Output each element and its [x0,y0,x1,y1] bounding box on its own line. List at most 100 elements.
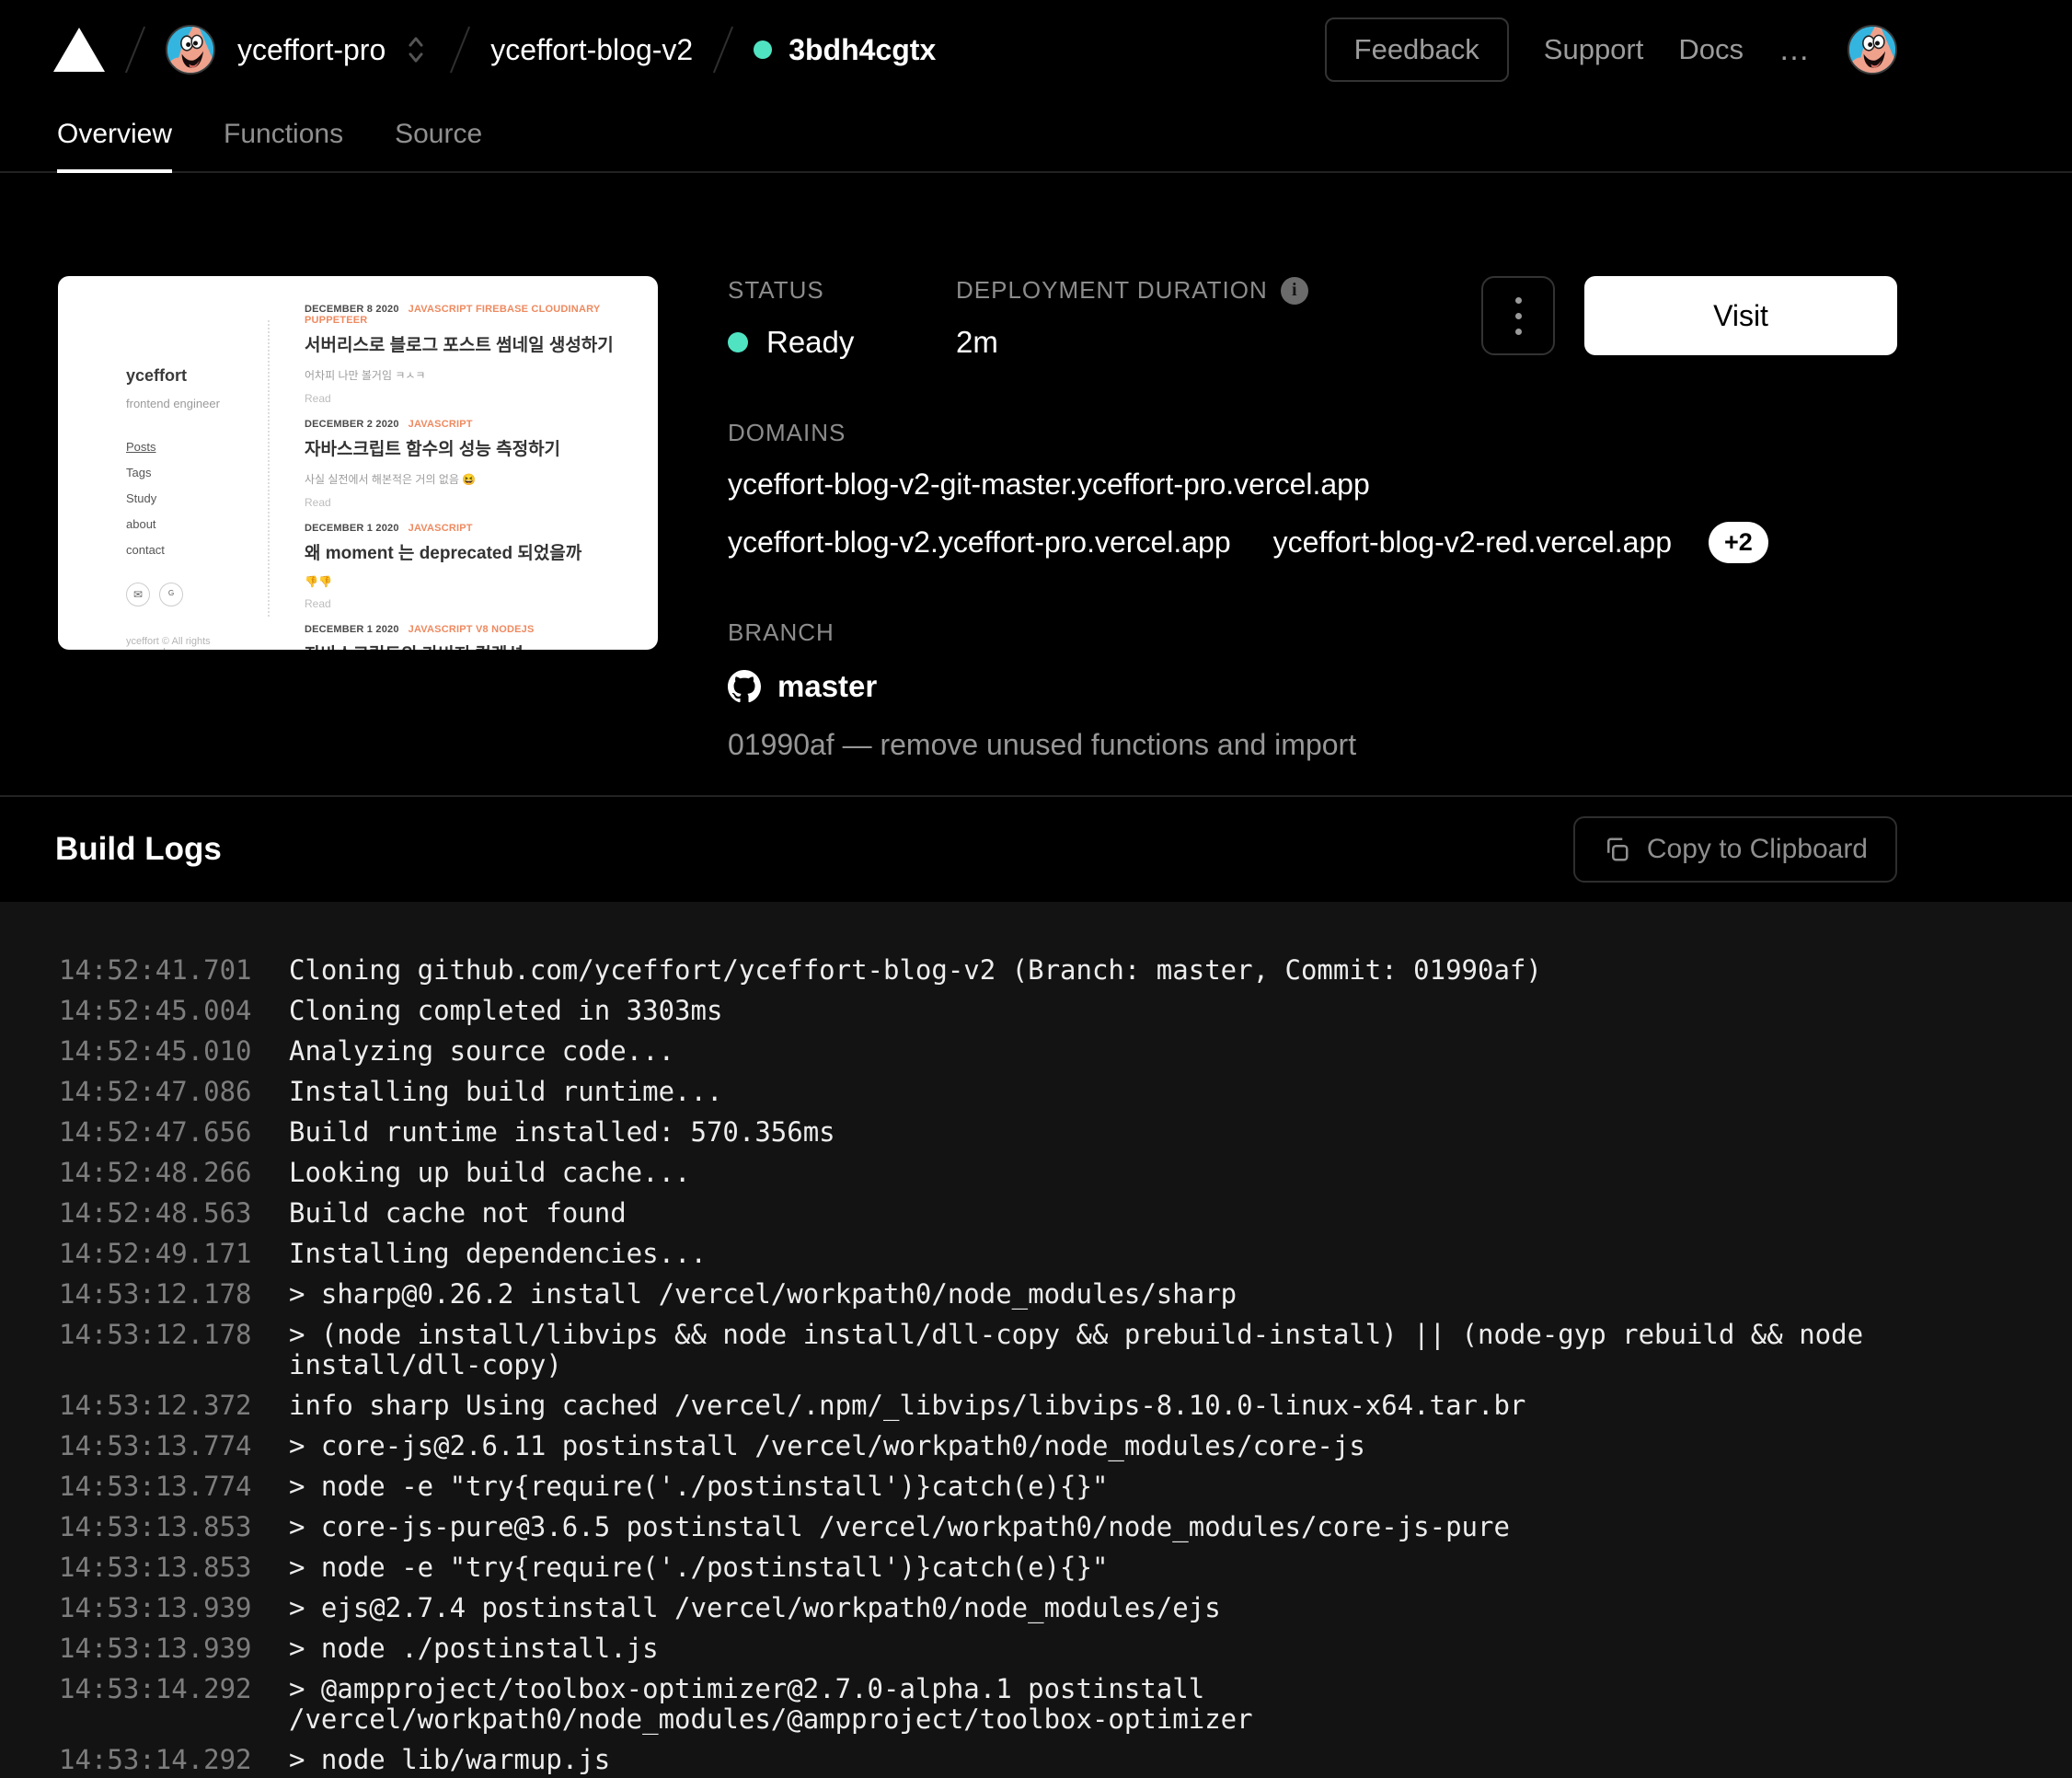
log-message: Looking up build cache... [289,1158,691,1188]
preview-nav-item: Study [126,491,253,505]
log-message: Installing dependencies... [289,1239,707,1269]
preview-post: DECEMBER 8 2020JAVASCRIPT FIREBASE CLOUD… [305,304,636,405]
preview-post-date: DECEMBER 2 2020 [305,419,399,430]
preview-post-read-link: Read [305,496,636,509]
kebab-menu-button[interactable] [1481,276,1555,355]
log-row: 14:52:48.563 Build cache not found [59,1198,1980,1229]
tab[interactable]: Overview [57,99,172,173]
build-logs-title: Build Logs [55,831,222,868]
duration-block: DEPLOYMENT DURATION i 2m [956,276,1308,360]
log-row: 14:53:14.292 > @ampproject/toolbox-optim… [59,1674,1980,1735]
log-timestamp: 14:53:12.372 [59,1391,256,1421]
log-timestamp: 14:52:48.266 [59,1158,256,1188]
log-timestamp: 14:53:13.774 [59,1472,256,1502]
preview-site-role: frontend engineer [126,397,253,410]
log-timestamp: 14:53:14.292 [59,1745,256,1775]
commit-message: 01990af — remove unused functions and im… [728,728,1897,762]
preview-post-title: 왜 moment 는 deprecated 되었을까 [305,539,636,564]
preview-site-name: yceffort [126,366,253,386]
log-row: 14:53:13.853 > node -e "try{require('./p… [59,1553,1980,1583]
domains-label: DOMAINS [728,419,1897,447]
preview-post-read-link: Read [305,392,636,405]
log-message: > node ./postinstall.js [289,1634,659,1664]
preview-post-tags: JAVASCRIPT [409,523,473,534]
preview-post-tags: JAVASCRIPT [409,419,473,430]
domains-more-badge[interactable]: +2 [1709,522,1768,563]
team-avatar[interactable] [166,25,215,75]
tab-label: Functions [224,119,343,150]
preview-nav-item: about [126,517,253,531]
domain-link[interactable]: yceffort-blog-v2.yceffort-pro.vercel.app [728,525,1231,560]
log-row: 14:52:41.701 Cloning github.com/yceffort… [59,955,1980,986]
scope-selector-icon[interactable] [402,34,430,65]
domain-link[interactable]: yceffort-blog-v2-git-master.yceffort-pro… [728,468,1370,502]
deployment-tabs: Overview Functions Source [0,99,2072,173]
github-icon: ᴳ [159,583,183,606]
tab-label: Overview [57,119,172,150]
deployment-meta: STATUS Ready DEPLOYMENT DURATION i 2m Vi… [728,276,1897,762]
breadcrumb-separator [125,27,145,74]
preview-nav-item: Tags [126,466,253,479]
log-message: > (node install/libvips && node install/… [289,1320,1908,1380]
preview-post: DECEMBER 1 2020 JAVASCRIPT V8 NODEJS 자바스크… [305,624,636,650]
user-avatar[interactable] [1848,25,1897,75]
tab[interactable]: Functions [224,99,343,173]
preview-nav-item: contact [126,543,253,557]
log-row: 14:53:14.292 > node lib/warmup.js [59,1745,1980,1775]
log-timestamp: 14:53:13.853 [59,1553,256,1583]
domain-link[interactable]: yceffort-blog-v2-red.vercel.app [1273,525,1672,560]
log-timestamp: 14:53:12.178 [59,1279,256,1310]
preview-post-title: 서버리스로 블로그 포스트 썸네일 생성하기 [305,331,636,356]
copy-to-clipboard-button[interactable]: Copy to Clipboard [1573,816,1897,883]
ready-status-dot [728,332,748,352]
support-link[interactable]: Support [1544,33,1644,66]
vercel-logo-icon[interactable] [53,28,105,72]
build-logs-header: Build Logs Copy to Clipboard [0,795,2072,902]
copy-to-clipboard-label: Copy to Clipboard [1647,834,1868,865]
preview-post-date: DECEMBER 1 2020 [305,523,399,534]
log-message: > node lib/warmup.js [289,1745,610,1775]
log-message: > node -e "try{require('./postinstall')}… [289,1553,1108,1583]
preview-post-excerpt: 사실 실전에서 해본적은 거의 없음 😆 [305,471,636,487]
build-log-console: 14:52:41.701 Cloning github.com/yceffort… [0,902,2072,1778]
log-row: 14:53:13.853 > core-js-pure@3.6.5 postin… [59,1512,1980,1542]
github-icon [728,670,761,703]
log-message: > core-js-pure@3.6.5 postinstall /vercel… [289,1512,1510,1542]
log-timestamp: 14:52:48.563 [59,1198,256,1229]
preview-post-title: 자바스크립트의 가비지 컬렉션 [305,641,636,650]
feedback-button[interactable]: Feedback [1325,17,1509,82]
log-message: Cloning github.com/yceffort/yceffort-blo… [289,955,1542,986]
preview-post-tags: JAVASCRIPT V8 NODEJS [409,624,535,635]
log-timestamp: 14:53:13.774 [59,1431,256,1461]
tab[interactable]: Source [395,99,482,173]
preview-post-date: DECEMBER 8 2020 [305,304,399,315]
visit-button[interactable]: Visit [1584,276,1897,355]
preview-post-date: DECEMBER 1 2020 [305,624,399,635]
log-row: 14:53:13.939 > node ./postinstall.js [59,1634,1980,1664]
deployment-preview-thumbnail[interactable]: yceffort frontend engineer Posts Tags St… [58,276,658,650]
breadcrumb-project[interactable]: yceffort-blog-v2 [490,33,693,67]
info-icon[interactable]: i [1281,277,1308,305]
branch-label: BRANCH [728,618,1897,647]
branch-block: BRANCH master 01990af — remove unused fu… [728,618,1897,762]
status-label: STATUS [728,276,956,305]
more-menu-icon[interactable]: … [1778,40,1813,59]
docs-link[interactable]: Docs [1678,33,1744,66]
log-row: 14:52:47.086 Installing build runtime... [59,1077,1980,1107]
breadcrumb-team[interactable]: yceffort-pro [237,33,386,67]
log-message: Installing build runtime... [289,1077,722,1107]
branch-name[interactable]: master [777,669,877,704]
preview-nav-item: Posts [126,440,253,454]
log-timestamp: 14:53:12.178 [59,1320,256,1350]
log-message: > @ampproject/toolbox-optimizer@2.7.0-al… [289,1674,1908,1735]
breadcrumb-separator [450,27,470,74]
log-message: Build runtime installed: 570.356ms [289,1117,835,1148]
log-row: 14:53:13.774 > node -e "try{require('./p… [59,1472,1980,1502]
deployment-overview: yceffort frontend engineer Posts Tags St… [0,173,2072,795]
log-row: 14:52:47.656 Build runtime installed: 57… [59,1117,1980,1148]
log-message: > node -e "try{require('./postinstall')}… [289,1472,1108,1502]
duration-label: DEPLOYMENT DURATION [956,276,1268,305]
log-row: 14:53:12.178 > sharp@0.26.2 install /ver… [59,1279,1980,1310]
log-timestamp: 14:52:45.004 [59,996,256,1026]
log-row: 14:53:12.178 > (node install/libvips && … [59,1320,1980,1380]
